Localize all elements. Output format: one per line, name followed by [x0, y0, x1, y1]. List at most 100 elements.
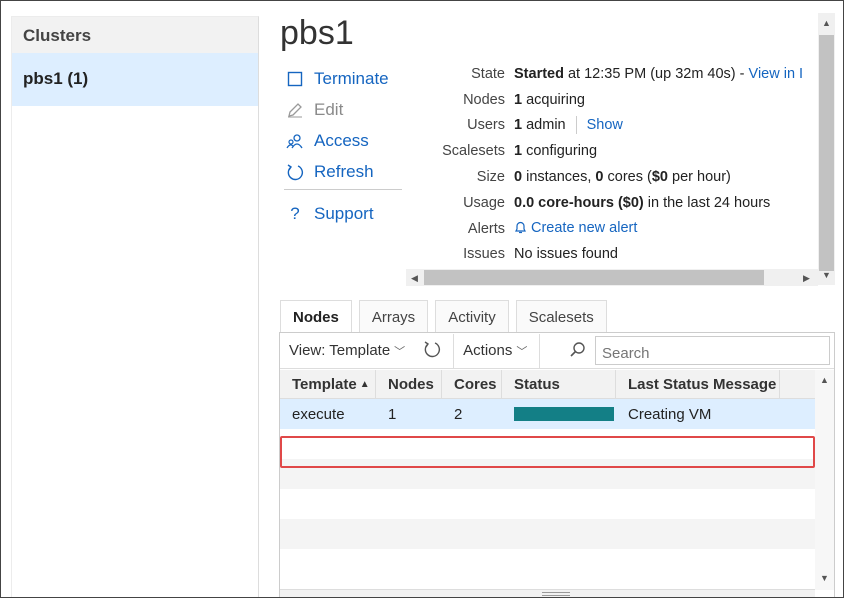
- refresh-label: Refresh: [314, 161, 374, 181]
- sidebar-item-pbs1[interactable]: pbs1 (1): [12, 53, 258, 106]
- column-template-label: Template: [292, 375, 357, 393]
- scalesets-row: Scalesets 1 configuring: [406, 138, 818, 164]
- size-instances: 0: [514, 169, 523, 186]
- scalesets-value: 1 configuring: [514, 143, 597, 159]
- usage-rest: in the last 24 hours: [643, 194, 771, 211]
- details-vertical-scrollbar[interactable]: ▲ ▼: [818, 13, 835, 285]
- nodes-row: Nodes 1 acquiring: [406, 87, 818, 113]
- sidebar-header: Clusters: [12, 17, 258, 53]
- usage-label: Usage: [463, 194, 505, 211]
- usage-hours: 0.0 core-hours ($0): [514, 194, 644, 211]
- chevron-down-icon: ﹀: [516, 345, 528, 358]
- support-button[interactable]: ? Support: [284, 198, 402, 229]
- usage-row: Usage 0.0 core-hours ($0) in the last 24…: [406, 190, 818, 216]
- chevron-down-icon: ﹀: [394, 345, 406, 358]
- state-value: Started at 12:35 PM (up 32m 40s) - View …: [514, 66, 803, 82]
- table-row[interactable]: execute 1 2 Creating VM: [280, 399, 815, 429]
- cell-cores: 2: [454, 405, 463, 423]
- state-rest: at 12:35 PM (up 32m 40s) -: [563, 65, 749, 82]
- scroll-up-arrow-icon[interactable]: ▲: [816, 374, 833, 386]
- empty-row: [280, 549, 815, 579]
- nodes-label: Nodes: [463, 91, 505, 108]
- edit-label: Edit: [314, 99, 344, 119]
- cell-last-status-message: Creating VM: [628, 405, 712, 423]
- scroll-thumb-horizontal[interactable]: [424, 270, 764, 285]
- size-label: Size: [476, 169, 505, 186]
- column-last-status-message[interactable]: Last Status Message: [616, 370, 780, 398]
- scroll-up-arrow-icon[interactable]: ▲: [818, 17, 835, 29]
- access-button[interactable]: Access: [284, 125, 402, 156]
- nodes-value: 1 acquiring: [514, 92, 585, 108]
- alerts-row: Alerts Create new alert: [406, 216, 818, 242]
- cell-status: [502, 407, 616, 421]
- empty-row: [280, 519, 815, 549]
- actions-dropdown[interactable]: Actions ﹀: [463, 342, 527, 359]
- sort-ascending-icon: ▲: [359, 378, 370, 390]
- access-label: Access: [314, 130, 369, 150]
- users-rest: admin: [522, 117, 566, 134]
- users-label: Users: [467, 117, 505, 134]
- size-cores-label: cores (: [603, 169, 652, 186]
- refresh-icon: [284, 161, 306, 183]
- alerts-label: Alerts: [467, 220, 505, 237]
- create-alert-link[interactable]: Create new alert: [531, 220, 637, 236]
- column-nodes[interactable]: Nodes: [376, 370, 442, 398]
- alerts-value: Create new alert: [514, 220, 637, 238]
- column-status[interactable]: Status: [502, 370, 616, 398]
- tab-bar: Nodes Arrays Activity Scalesets: [280, 300, 614, 333]
- cluster-actions: Terminate Edit Access Refresh ? Support: [284, 63, 402, 229]
- scalesets-count: 1: [514, 143, 523, 160]
- size-value: 0 instances, 0 cores ($0 per hour): [514, 169, 731, 185]
- pencil-icon: [284, 99, 306, 121]
- grid-vertical-scrollbar[interactable]: ▲ ▼: [815, 370, 834, 590]
- page-title: pbs1: [280, 14, 354, 52]
- refresh-icon: [423, 340, 441, 362]
- users-row: Users 1 admin Show: [406, 113, 818, 139]
- grid-refresh-button[interactable]: [423, 340, 441, 362]
- state-bold: Started: [514, 65, 564, 82]
- grip-icon[interactable]: [542, 592, 570, 596]
- view-dropdown[interactable]: View: Template ﹀: [289, 342, 405, 359]
- column-template[interactable]: Template ▲: [280, 370, 376, 398]
- stop-square-icon: [284, 68, 306, 90]
- show-users-link[interactable]: Show: [587, 117, 623, 133]
- clusters-sidebar: Clusters pbs1 (1): [11, 16, 259, 597]
- actions-divider: [284, 189, 402, 190]
- refresh-button[interactable]: Refresh: [284, 156, 402, 187]
- details-horizontal-scrollbar[interactable]: ◀ ▶: [406, 269, 818, 286]
- nodes-rest: acquiring: [522, 91, 585, 108]
- nodes-panel: View: Template ﹀ Actions ﹀ Template ▲ No: [279, 332, 835, 597]
- usage-value: 0.0 core-hours ($0) in the last 24 hours: [514, 195, 770, 211]
- status-progress-bar: [514, 407, 614, 421]
- scroll-thumb[interactable]: [819, 35, 834, 271]
- size-price: $0: [651, 169, 668, 186]
- empty-row: [280, 459, 815, 489]
- tab-nodes[interactable]: Nodes: [280, 300, 352, 333]
- empty-row: [280, 489, 815, 519]
- people-icon: [284, 130, 306, 152]
- nodes-count: 1: [514, 91, 523, 108]
- support-label: Support: [314, 203, 374, 223]
- scroll-down-arrow-icon[interactable]: ▼: [818, 269, 835, 281]
- size-instances-label: instances,: [522, 169, 596, 186]
- grid-horizontal-scrollbar[interactable]: [280, 589, 815, 597]
- scroll-left-arrow-icon[interactable]: ◀: [406, 272, 423, 284]
- issues-row: Issues No issues found: [406, 242, 818, 268]
- scroll-down-arrow-icon[interactable]: ▼: [816, 572, 833, 584]
- view-dropdown-label: View: Template: [289, 342, 391, 359]
- view-in-link[interactable]: View in I: [749, 66, 804, 82]
- users-separator: [575, 116, 577, 135]
- tab-activity[interactable]: Activity: [435, 300, 509, 333]
- tab-arrays[interactable]: Arrays: [358, 300, 429, 333]
- state-row: State Started at 12:35 PM (up 32m 40s) -…: [406, 61, 818, 87]
- users-count: 1: [514, 117, 523, 134]
- tab-scalesets[interactable]: Scalesets: [515, 300, 607, 333]
- search-input[interactable]: [595, 336, 830, 365]
- scroll-right-arrow-icon[interactable]: ▶: [798, 272, 815, 284]
- nodes-grid: Template ▲ Nodes Cores Status Last Statu…: [280, 370, 815, 590]
- toolbar-separator: [539, 333, 541, 368]
- column-cores[interactable]: Cores: [442, 370, 502, 398]
- edit-button[interactable]: Edit: [284, 94, 402, 125]
- cell-nodes: 1: [388, 405, 397, 423]
- terminate-button[interactable]: Terminate: [284, 63, 402, 94]
